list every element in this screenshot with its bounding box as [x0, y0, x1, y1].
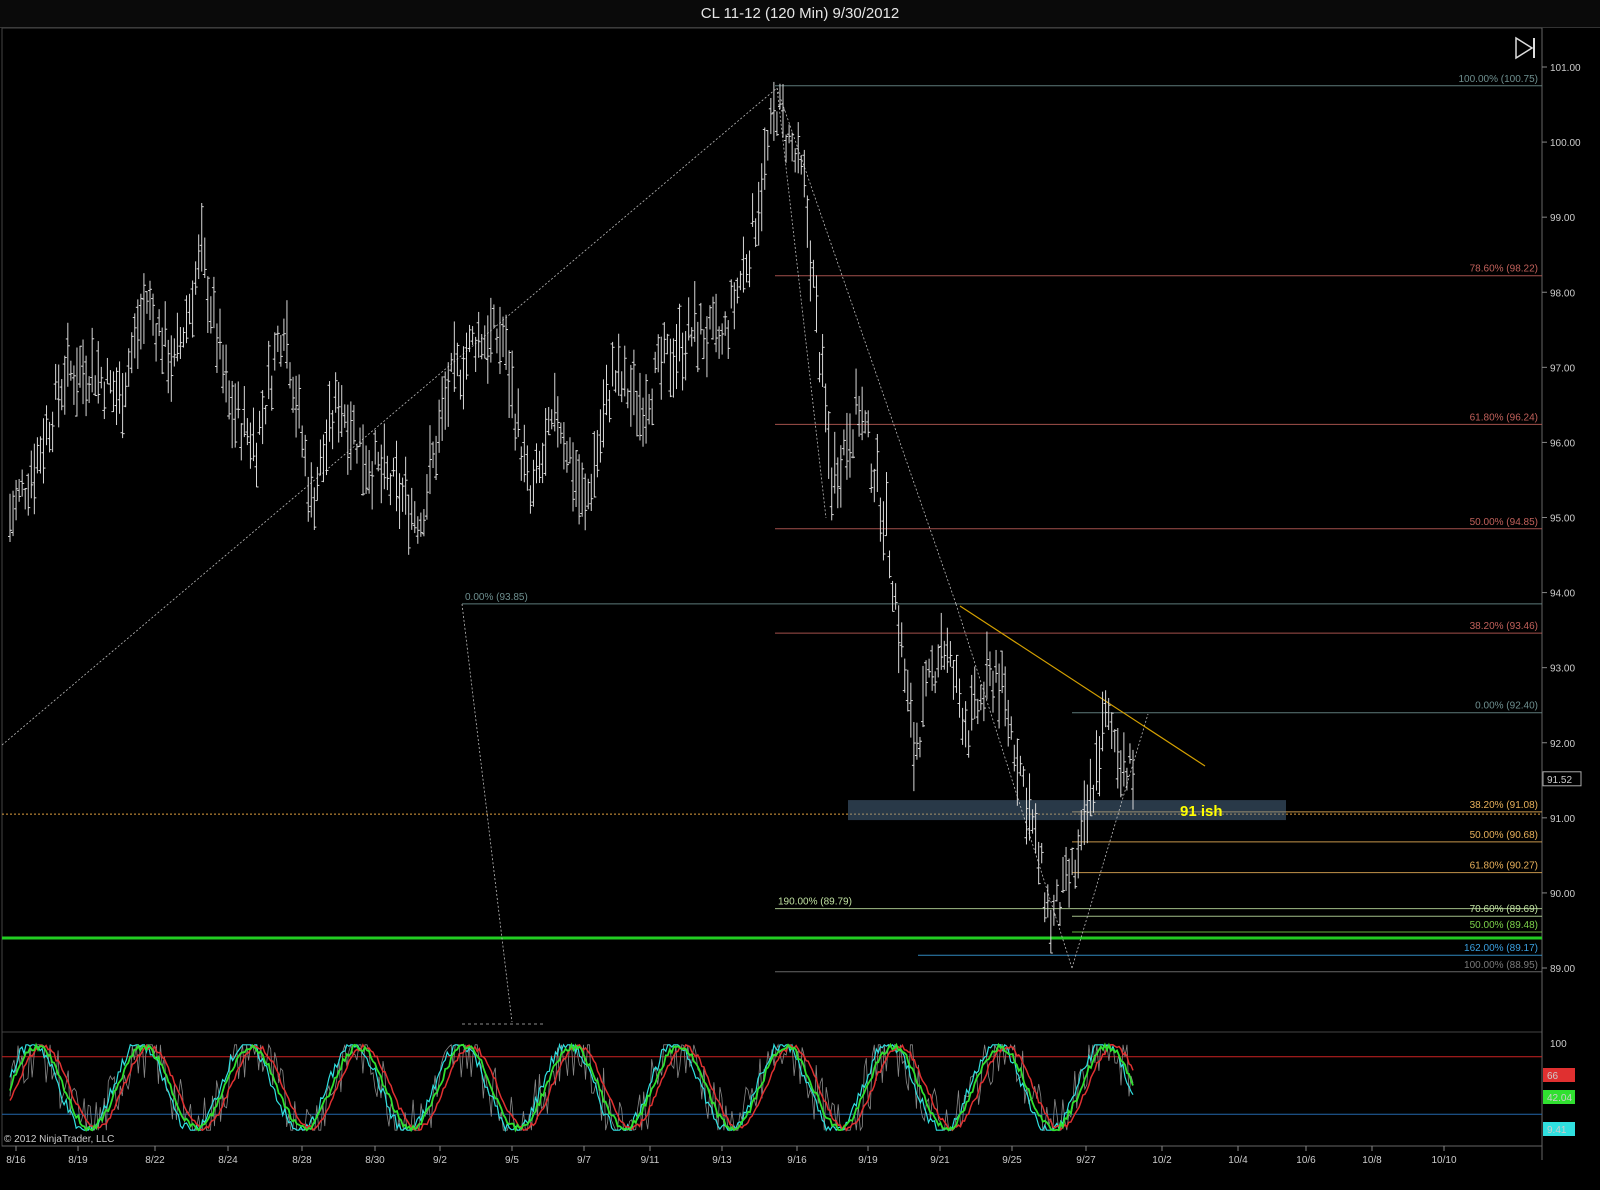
date-tick-label: 10/10	[1431, 1155, 1456, 1166]
trend-lines	[1, 87, 1206, 1025]
price-tick-label: 91.00	[1550, 814, 1575, 825]
stoch-value-label: 9.41	[1547, 1125, 1567, 1136]
trend-line	[955, 603, 1073, 969]
date-tick-label: 9/21	[930, 1155, 950, 1166]
fib-level-label: 162.00% (89.17)	[1464, 943, 1538, 954]
date-tick-label: 8/28	[292, 1155, 312, 1166]
annotation-91-ish: 91 ish	[1180, 803, 1223, 820]
date-tick-label: 9/16	[787, 1155, 807, 1166]
stoch-fast-line	[9, 1042, 1134, 1133]
price-tick-label: 90.00	[1550, 889, 1575, 900]
date-tick-label: 9/25	[1002, 1155, 1022, 1166]
stoch-value-label: 42.04	[1547, 1093, 1572, 1104]
fib-level-label: 100.00% (88.95)	[1464, 960, 1538, 971]
date-tick-label: 8/16	[6, 1155, 26, 1166]
price-tick-label: 98.00	[1550, 288, 1575, 299]
price-axis: 101.00 100.00 99.00 98.00 97.00 96.00 95.00 94.…	[1542, 63, 1582, 975]
fib-level-label: 50.00% (89.48)	[1470, 920, 1538, 931]
fib-level-label: 61.80% (96.24)	[1470, 412, 1538, 423]
fib-level-label: 0.00% (93.85)	[465, 592, 528, 603]
date-tick-label: 8/19	[68, 1155, 88, 1166]
fib-level-label: 61.80% (90.27)	[1470, 861, 1538, 872]
price-tick-label: 89.00	[1550, 964, 1575, 975]
price-tick-label: 92.00	[1550, 739, 1575, 750]
fib-level-label: 38.20% (93.46)	[1470, 621, 1538, 632]
date-tick-label: 9/2	[433, 1155, 447, 1166]
date-tick-label: 10/6	[1296, 1155, 1316, 1166]
price-tick-label: 96.00	[1550, 438, 1575, 449]
stoch-tick-label: 100	[1550, 1039, 1567, 1050]
stochastics-panel: 10006642.049.41	[2, 1039, 1575, 1139]
fib-level-label: 70.60% (89.69)	[1470, 904, 1538, 915]
date-tick-label: 10/8	[1362, 1155, 1382, 1166]
price-tick-label: 97.00	[1550, 363, 1575, 374]
fib-level-label: 0.00% (92.40)	[1475, 701, 1538, 712]
date-tick-label: 9/11	[641, 1155, 660, 1166]
fib-levels: 100.00% (100.75) 78.60% (98.22) 61.80% (96…	[2, 74, 1542, 973]
skip-to-end-icon[interactable]	[1515, 36, 1535, 60]
fib-level-label: 50.00% (94.85)	[1470, 517, 1538, 528]
trend-line	[1, 87, 778, 746]
date-tick-label: 10/2	[1152, 1155, 1172, 1166]
price-bars	[8, 81, 1135, 954]
price-tick-label: 99.00	[1550, 213, 1575, 224]
date-tick-label: 8/24	[218, 1155, 238, 1166]
date-tick-label: 9/19	[858, 1155, 878, 1166]
fib-level-label: 100.00% (100.75)	[1458, 74, 1538, 85]
fib-level-label: 38.20% (91.08)	[1470, 800, 1538, 811]
date-tick-label: 10/4	[1228, 1155, 1248, 1166]
price-tick-label: 93.00	[1550, 664, 1575, 675]
fib-level-label: 78.60% (98.22)	[1470, 264, 1538, 275]
price-tick-label: 100.00	[1550, 138, 1581, 149]
price-panel-frame	[1, 27, 1543, 1033]
last-price-label: 91.52	[1547, 775, 1572, 786]
date-tick-label: 9/7	[577, 1155, 591, 1166]
date-axis: 8/16 8/19 8/22 8/24 8/28 8/30 9/2 9/5 9/7 9/11 9/1…	[6, 1146, 1457, 1166]
price-chart[interactable]: 100.00% (100.75) 78.60% (98.22) 61.80% (96…	[0, 0, 1600, 1190]
trend-line	[1071, 713, 1149, 969]
fib-level-label: 50.00% (90.68)	[1470, 830, 1538, 841]
indicator-panel-frame	[1, 1031, 1543, 1147]
date-tick-label: 9/5	[505, 1155, 519, 1166]
price-tick-label: 101.00	[1550, 63, 1581, 74]
price-tick-label: 95.00	[1550, 514, 1575, 525]
stoch-value-label: 66	[1547, 1071, 1559, 1082]
date-tick-label: 8/22	[145, 1155, 165, 1166]
date-tick-label: 8/30	[365, 1155, 385, 1166]
resistance-trend-line	[959, 605, 1206, 767]
copyright-text: © 2012 NinjaTrader, LLC	[4, 1134, 114, 1145]
trend-line	[776, 87, 827, 519]
price-tick-label: 94.00	[1550, 589, 1575, 600]
trend-line	[461, 603, 513, 1023]
date-tick-label: 9/13	[712, 1155, 732, 1166]
fib-level-label: 190.00% (89.79)	[778, 897, 852, 908]
date-tick-label: 9/27	[1076, 1155, 1096, 1166]
